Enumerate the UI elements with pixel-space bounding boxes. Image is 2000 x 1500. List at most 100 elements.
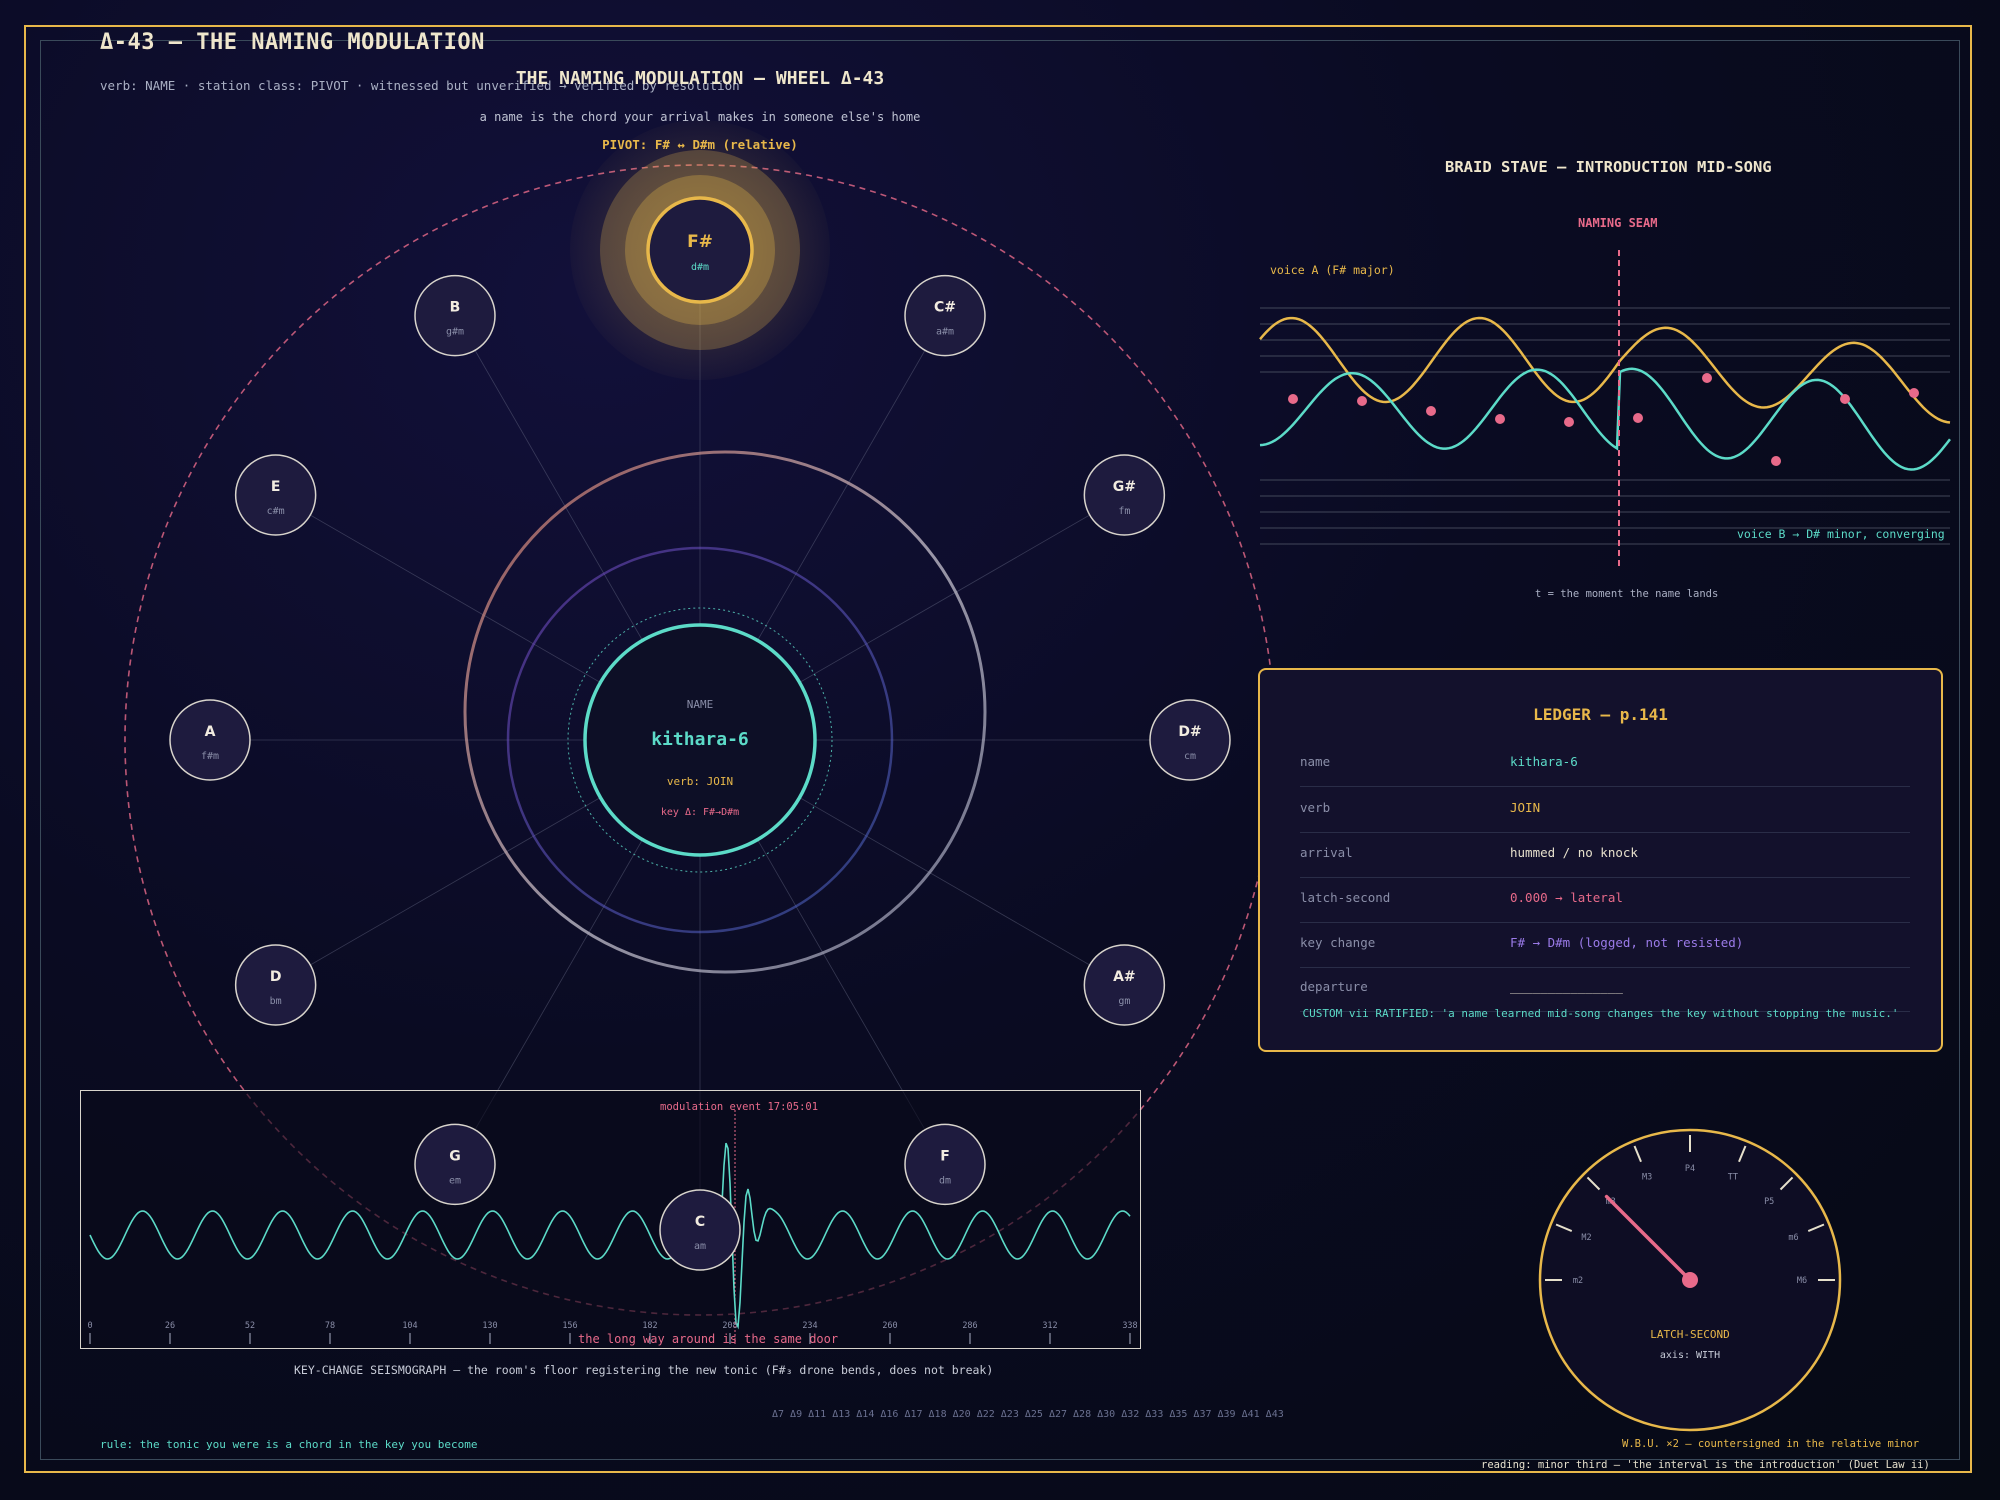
reading-note: reading: minor third — 'the interval is …: [1481, 1459, 1930, 1471]
ledger-key: verb: [1300, 800, 1331, 815]
ledger-key: arrival: [1300, 845, 1353, 860]
gauge-tick-label: m2: [1573, 1276, 1583, 1286]
node-circle: [169, 699, 251, 781]
node-key: D: [270, 969, 282, 985]
node-key: C#: [934, 300, 956, 316]
key-node: Dbm: [234, 944, 317, 1026]
seismograph-tick-label: 26: [165, 1321, 175, 1331]
key-node: G# fm: [1083, 454, 1166, 536]
node-key: G#: [1113, 479, 1136, 495]
node-relative: f#m: [201, 751, 219, 762]
wheel-title: THE NAMING MODULATION — WHEEL Δ-43: [515, 68, 885, 89]
key-node: Bg#m: [414, 274, 496, 357]
ledger-value: 0.000 → lateral: [1510, 890, 1623, 905]
node-circle: [234, 944, 317, 1026]
seismograph-caption: KEY-CHANGE SEISMOGRAPH — the room's floo…: [294, 1363, 994, 1377]
gauge-hub: [1682, 1272, 1698, 1288]
gauge-tick-label: TT: [1728, 1173, 1738, 1183]
ledger-value: hummed / no knock: [1510, 845, 1638, 860]
ledger-key: latch-second: [1300, 890, 1391, 905]
key-node: A# gm: [1083, 944, 1166, 1026]
ledger-key: departure: [1300, 979, 1368, 994]
seismograph-tick-label: 286: [962, 1321, 977, 1331]
node-key: A#: [1113, 969, 1136, 985]
seismograph-tick-label: 156: [562, 1321, 577, 1331]
wheel-tagline: a name is the chord your arrival makes i…: [479, 110, 921, 124]
center-key-delta: key Δ: F#→D#m: [661, 807, 739, 818]
node-key: B: [450, 300, 461, 316]
voice-b-line: [1259, 367, 1951, 471]
node-key: E: [271, 479, 281, 495]
node-relative: gm: [1118, 996, 1130, 1007]
node-relative: d#m: [691, 262, 709, 273]
seismograph-event-label: modulation event 17:05:01: [660, 1101, 819, 1113]
seismograph-tick-label: 182: [642, 1321, 657, 1331]
seismograph-footer: the long way around is the same door: [578, 1332, 839, 1346]
key-node: C# a#m: [904, 274, 986, 357]
seismograph-tick-label: 130: [482, 1321, 497, 1331]
seismograph-tick-label: 0: [87, 1321, 92, 1331]
key-node: Ec#m: [234, 454, 317, 536]
poster: NAME kithara-6 verb: JOIN key Δ: F#→D#m …: [0, 0, 2000, 1500]
ledger-title: LEDGER — p.141: [1533, 705, 1668, 724]
ledger-ratified-note: CUSTOM vii RATIFIED: 'a name learned mid…: [1302, 1007, 1899, 1020]
seismograph-tick-label: 338: [1122, 1321, 1137, 1331]
page-title: Δ-43 — THE NAMING MODULATION: [100, 30, 485, 55]
ledger-value: _______________: [1510, 979, 1623, 994]
ledger-row: latch-second 0.000 → lateral: [1300, 878, 1910, 923]
key-node: F# d#m: [570, 120, 830, 380]
ledger-value: F# → D#m (logged, not resisted): [1510, 935, 1744, 950]
braid-note: t = the moment the name lands: [1535, 588, 1719, 600]
node-circle: [234, 454, 317, 536]
node-relative: a#m: [936, 327, 954, 338]
node-relative: bm: [270, 996, 282, 1007]
voice-a-line: [1259, 316, 1951, 424]
delta-index: Δ7 Δ9 Δ11 Δ13 Δ14 Δ16 Δ17 Δ18 Δ20 Δ22 Δ2…: [772, 1409, 1284, 1420]
naming-seam-label: NAMING SEAM: [1578, 216, 1658, 230]
ledger-key: key change: [1300, 935, 1376, 950]
seismograph-wave: [89, 1142, 1131, 1330]
gauge-label: LATCH-SECOND: [1650, 1328, 1730, 1341]
seismograph-tick-label: 52: [245, 1321, 255, 1331]
seismograph-tick-label: 78: [325, 1321, 335, 1331]
center-verb: verb: JOIN: [667, 775, 733, 788]
gauge-tick-label: M2: [1581, 1233, 1591, 1243]
node-relative: cm: [1184, 751, 1196, 762]
ledger-row: verb JOIN: [1300, 788, 1910, 833]
ledger-panel: LEDGER — p.141 name kithara-6 verb JOIN ar…: [1258, 668, 1943, 1052]
gauge-axis-label: axis: WITH: [1659, 1350, 1721, 1361]
seismograph-tick-label: 312: [1042, 1321, 1057, 1331]
rule-note: rule: the tonic you were is a chord in t…: [100, 1438, 478, 1451]
gauge-tick-label: M6: [1797, 1276, 1807, 1286]
node-relative: g#m: [446, 327, 464, 338]
seismograph-tick-label: 208: [722, 1321, 737, 1331]
node-circle: [1083, 454, 1166, 536]
ledger-row: arrival hummed / no knock: [1300, 833, 1910, 878]
gauge-tick-label: P4: [1685, 1164, 1695, 1174]
node-key: D#: [1178, 724, 1201, 740]
note-dots: [1288, 373, 1919, 466]
seismograph-tick-label: 260: [882, 1321, 897, 1331]
node-relative: fm: [1118, 506, 1130, 517]
ledger-row: key change F# → D#m (logged, not resisted…: [1300, 923, 1910, 968]
ledger-value: JOIN: [1510, 800, 1541, 815]
latch-second-gauge: m2M2m3M3P4TTP5m6M6: [1538, 1128, 1842, 1432]
node-circle: [1083, 944, 1166, 1026]
seismograph: 0 26 52 78 104 130 156 182 208 234 260 286 312 338: [87, 1110, 1138, 1345]
braid-stave: [1259, 250, 1951, 570]
gauge-tick-label: M3: [1642, 1173, 1652, 1183]
seismograph-tick-label: 234: [802, 1321, 817, 1331]
ledger-value: kithara-6: [1510, 754, 1578, 769]
braid-title: BRAID STAVE — INTRODUCTION MID-SONG: [1445, 158, 1772, 176]
node-relative: c#m: [267, 506, 285, 517]
wbu-note: W.B.U. ×2 — countersigned in the relativ…: [1622, 1438, 1920, 1450]
ledger-row: name kithara-6: [1300, 742, 1910, 787]
seismograph-tick-label: 104: [402, 1321, 417, 1331]
pivot-label: PIVOT: F# ↔ D#m (relative): [602, 137, 798, 152]
node-circle: [1149, 699, 1231, 781]
key-node: Af#m: [169, 699, 251, 781]
key-node: D# cm: [1149, 699, 1231, 781]
ledger-key: name: [1300, 754, 1331, 769]
center-name: kithara-6: [651, 729, 749, 750]
gauge-tick-label: P5: [1764, 1197, 1774, 1207]
